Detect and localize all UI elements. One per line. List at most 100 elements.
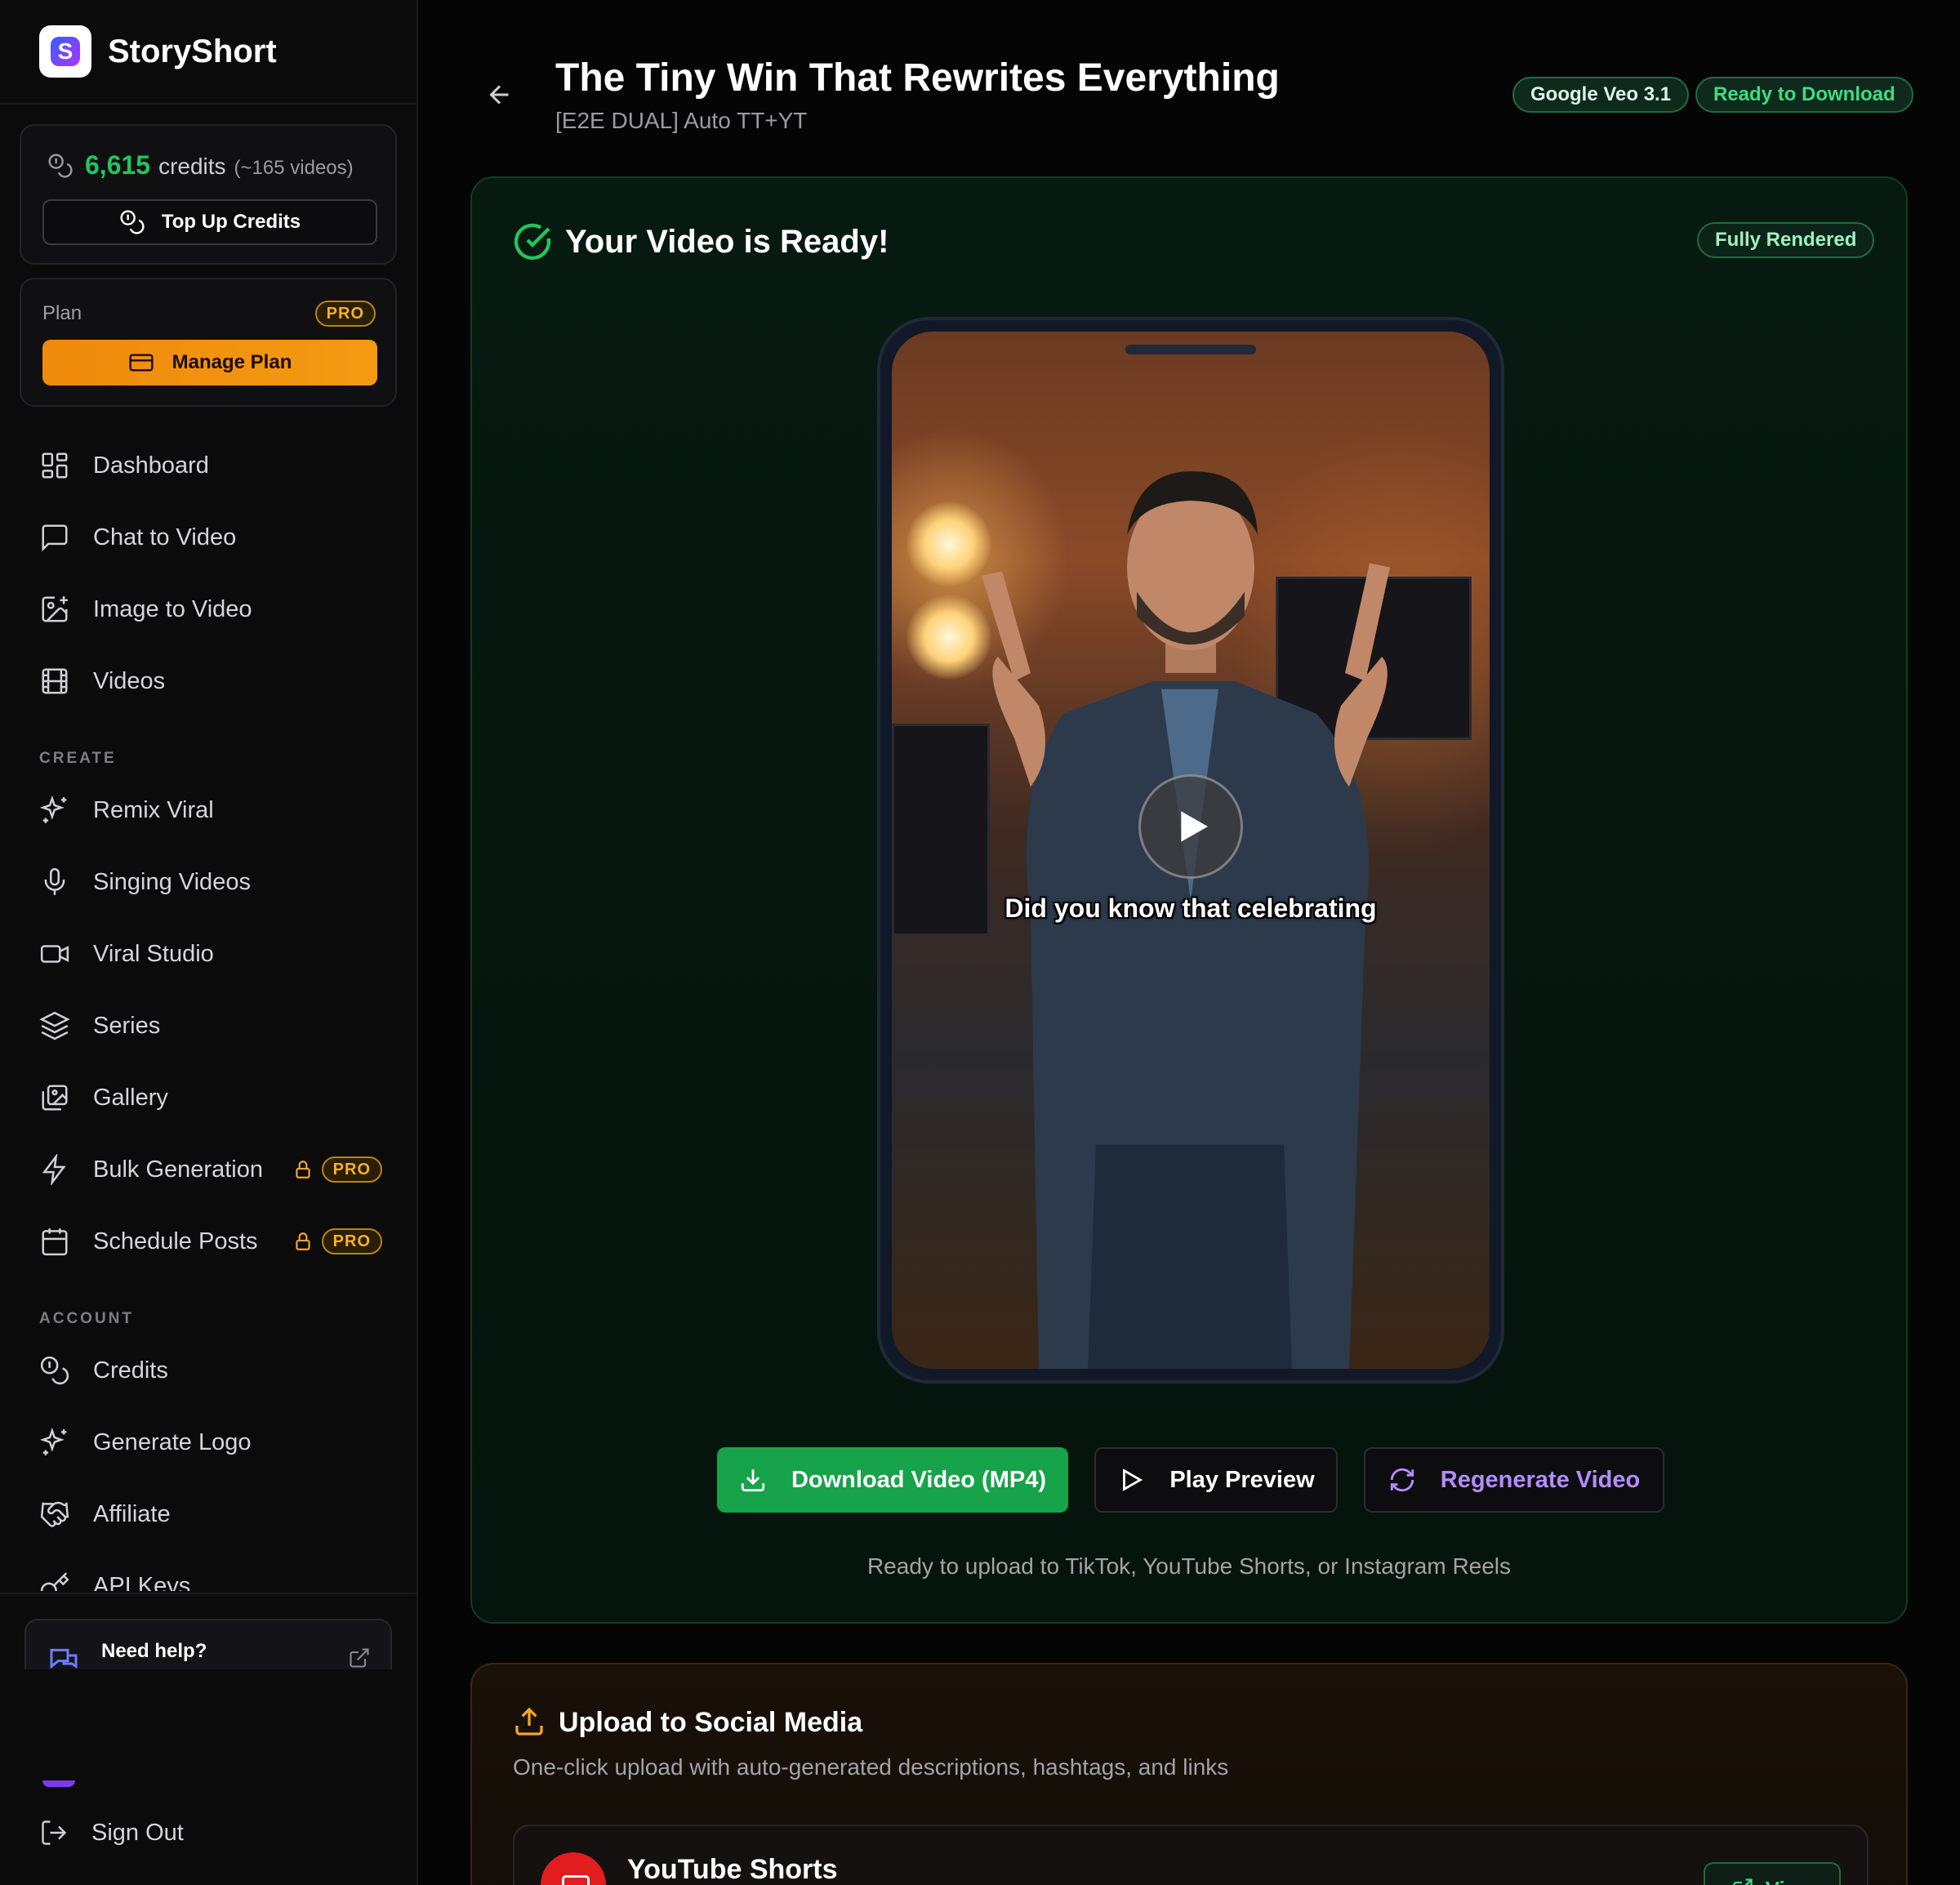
sidebar-divider <box>0 103 416 105</box>
download-icon <box>741 1469 765 1492</box>
check-circle-icon <box>514 223 551 261</box>
avatar[interactable] <box>42 1780 75 1787</box>
need-help-card[interactable]: Need help? <box>24 1619 392 1669</box>
page-title: The Tiny Win That Rewrites Everything <box>555 56 1280 100</box>
play-video-button[interactable] <box>1138 774 1243 879</box>
external-link-icon <box>350 1648 369 1668</box>
upload-icon <box>515 1707 543 1736</box>
sidebar-item-generate-logo[interactable]: Generate Logo <box>39 1418 382 1467</box>
play-icon <box>1181 811 1208 842</box>
credits-line: 6,615 credits (~165 videos) <box>47 150 354 180</box>
sidebar-item-chat-to-video[interactable]: Chat to Video <box>39 513 382 562</box>
sidebar: S StoryShort 6,615 credits (~165 videos)… <box>0 0 418 1885</box>
upload-hint: Ready to upload to TikTok, YouTube Short… <box>866 1553 1512 1579</box>
external-link-icon <box>1732 1878 1753 1885</box>
brand-name: StoryShort <box>108 33 277 69</box>
layers-icon <box>39 1011 70 1041</box>
sidebar-item-label: Chat to Video <box>93 524 237 550</box>
logout-icon <box>42 1820 67 1845</box>
plan-pro-badge: PRO <box>314 301 376 327</box>
sparkles-icon <box>39 1427 67 1455</box>
view-button[interactable]: View <box>1704 1862 1841 1885</box>
youtube-shorts-card: YouTube Shorts View <box>513 1825 1869 1885</box>
manage-plan-label: Manage Plan <box>172 351 292 373</box>
sidebar-item-series[interactable]: Series <box>39 1001 382 1050</box>
sidebar-item-label: Dashboard <box>93 452 209 479</box>
key-icon <box>40 1572 69 1591</box>
lock-icon <box>295 1161 310 1179</box>
refresh-icon <box>1390 1468 1414 1492</box>
sidebar-bottom-divider <box>0 1593 416 1594</box>
credits-amount: 6,615 <box>85 150 151 180</box>
sidebar-item-label: API Keys <box>93 1572 191 1592</box>
upload-subtitle: One-click upload with auto-generated des… <box>513 1754 1229 1780</box>
phone-frame: Did you know that celebrating <box>877 317 1504 1384</box>
sidebar-item-label: Schedule Posts <box>93 1228 258 1254</box>
video-camera-icon <box>40 945 69 963</box>
sidebar-item-remix-viral[interactable]: Remix Viral <box>39 786 382 835</box>
sidebar-item-bulk-generation[interactable]: Bulk Generation PRO <box>39 1145 382 1194</box>
sidebar-item-affiliate[interactable]: Affiliate <box>39 1490 382 1539</box>
app-root: S StoryShort 6,615 credits (~165 videos)… <box>0 0 1960 1885</box>
sidebar-item-image-to-video[interactable]: Image to Video <box>39 585 382 634</box>
brand-logo: S <box>39 25 91 78</box>
download-video-button[interactable]: Download Video (MP4) <box>717 1447 1068 1513</box>
film-icon <box>42 668 68 694</box>
brand[interactable]: S StoryShort <box>39 25 277 78</box>
top-up-credits-button[interactable]: Top Up Credits <box>42 199 377 245</box>
coins-icon <box>40 1356 69 1385</box>
sidebar-item-label: Viral Studio <box>93 940 214 967</box>
sign-out-button[interactable]: Sign Out <box>39 1808 184 1857</box>
credit-card-icon <box>129 354 154 372</box>
sidebar-item-gallery[interactable]: Gallery <box>39 1073 382 1122</box>
chat-bubbles-icon <box>50 1648 78 1669</box>
section-label-create: CREATE <box>39 750 117 767</box>
pro-badge: PRO <box>321 1156 382 1183</box>
sidebar-item-label: Gallery <box>93 1084 168 1111</box>
sidebar-item-credits[interactable]: Credits <box>39 1346 382 1395</box>
upload-title: Upload to Social Media <box>559 1707 863 1738</box>
chat-icon <box>42 524 68 552</box>
sidebar-item-label: Bulk Generation <box>93 1156 263 1183</box>
page-subtitle: [E2E DUAL] Auto TT+YT <box>555 108 808 133</box>
sidebar-item-label: Affiliate <box>93 1500 171 1527</box>
sidebar-item-viral-studio[interactable]: Viral Studio <box>39 929 382 978</box>
pro-lock: PRO <box>292 1228 382 1254</box>
sidebar-item-label: Generate Logo <box>93 1428 252 1455</box>
fully-rendered-badge: Fully Rendered <box>1697 222 1875 258</box>
coins-icon <box>120 210 145 234</box>
microphone-icon <box>44 867 65 895</box>
play-preview-label: Play Preview <box>1169 1466 1315 1493</box>
manage-plan-button[interactable]: Manage Plan <box>42 340 377 385</box>
credits-videos: (~165 videos) <box>234 157 354 179</box>
sidebar-item-singing-videos[interactable]: Singing Videos <box>39 858 382 907</box>
brand-logo-letter: S <box>51 37 80 66</box>
sidebar-item-dashboard[interactable]: Dashboard <box>39 441 382 490</box>
video-ready-panel: Your Video is Ready! Fully Rendered Did … <box>470 176 1908 1624</box>
top-up-credits-label: Top Up Credits <box>161 211 301 233</box>
sidebar-item-videos[interactable]: Videos <box>39 657 382 706</box>
pro-badge: PRO <box>321 1228 382 1254</box>
upload-social-panel: Upload to Social Media One-click upload … <box>470 1663 1908 1885</box>
video-caption: Did you know that celebrating <box>1004 893 1377 923</box>
video-player[interactable]: Did you know that celebrating <box>892 332 1490 1369</box>
sidebar-item-api-keys[interactable]: API Keys <box>39 1562 382 1591</box>
bolt-icon <box>42 1154 66 1185</box>
need-help-title: Need help? <box>101 1640 207 1662</box>
play-preview-button[interactable]: Play Preview <box>1094 1447 1338 1513</box>
model-badge: Google Veo 3.1 <box>1512 77 1690 113</box>
view-label: View <box>1766 1877 1814 1885</box>
phone-notch <box>1125 345 1256 354</box>
sidebar-item-schedule-posts[interactable]: Schedule Posts PRO <box>39 1217 382 1266</box>
handshake-icon <box>40 1501 69 1527</box>
lock-icon <box>295 1232 310 1250</box>
sidebar-item-label: Image to Video <box>93 595 252 622</box>
gallery-icon <box>42 1085 68 1111</box>
regenerate-video-button[interactable]: Regenerate Video <box>1364 1447 1664 1513</box>
calendar-icon <box>42 1228 68 1256</box>
image-plus-icon <box>42 596 68 622</box>
sign-out-label: Sign Out <box>91 1819 184 1846</box>
back-arrow-icon[interactable] <box>485 80 514 109</box>
nav-clip: API Keys <box>0 1552 416 1591</box>
status-badge: Ready to Download <box>1695 77 1913 113</box>
